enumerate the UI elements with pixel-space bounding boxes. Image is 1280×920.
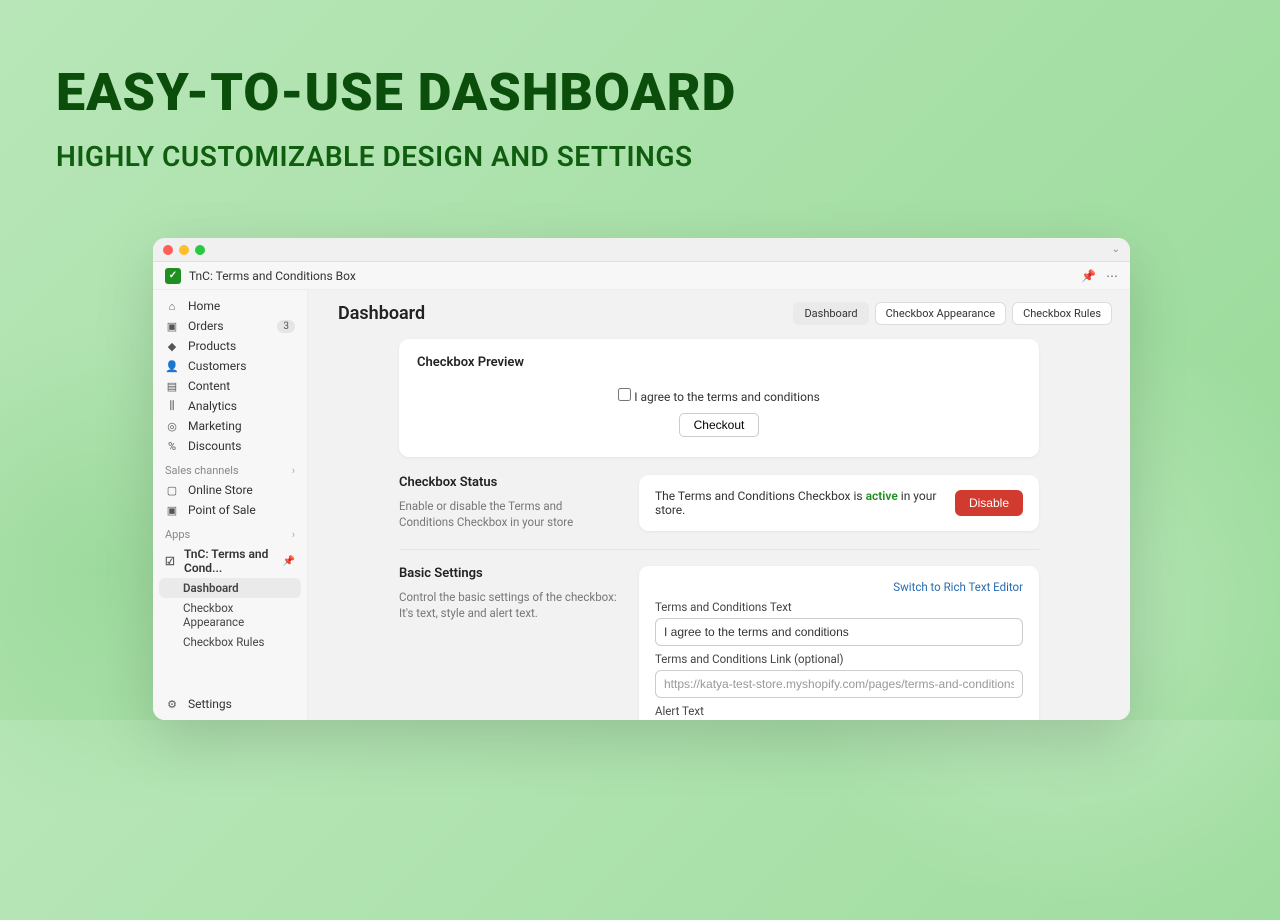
- hero-subhead: HIGHLY CUSTOMIZABLE DESIGN AND SETTINGS: [56, 140, 693, 173]
- home-icon: ⌂: [165, 300, 179, 313]
- window-minimize-icon[interactable]: [179, 245, 189, 255]
- sidebar-item-analytics[interactable]: ⫼ Analytics: [153, 396, 307, 416]
- sidebar-sub-dashboard[interactable]: Dashboard: [159, 578, 301, 598]
- sidebar-item-label: Analytics: [188, 399, 237, 413]
- alert-text-label: Alert Text: [655, 704, 1023, 718]
- sidebar-item-label: Content: [188, 379, 230, 393]
- status-text: The Terms and Conditions Checkbox is act…: [655, 489, 945, 517]
- chevron-right-icon[interactable]: ›: [292, 528, 295, 541]
- orders-icon: ▣: [165, 320, 179, 333]
- preview-title: Checkbox Preview: [417, 355, 1021, 370]
- divider: [399, 549, 1039, 550]
- sidebar-item-marketing[interactable]: ◎ Marketing: [153, 416, 307, 436]
- page-title: Dashboard: [338, 303, 425, 324]
- basic-heading: Basic Settings: [399, 566, 619, 581]
- pin-icon[interactable]: 📌: [1081, 269, 1096, 283]
- person-icon: 👤: [165, 360, 179, 373]
- chevron-right-icon[interactable]: ›: [292, 464, 295, 477]
- check-icon: ☑: [165, 555, 175, 568]
- sidebar-item-pos[interactable]: ▣ Point of Sale: [153, 500, 307, 520]
- target-icon: ◎: [165, 420, 179, 433]
- tnc-text-input[interactable]: [655, 618, 1023, 646]
- gear-icon: ⚙: [165, 698, 179, 711]
- tab-rules[interactable]: Checkbox Rules: [1012, 302, 1112, 325]
- tnc-link-label: Terms and Conditions Link (optional): [655, 652, 1023, 666]
- window-zoom-icon[interactable]: [195, 245, 205, 255]
- sidebar-header-sales: Sales channels ›: [153, 456, 307, 480]
- sidebar-item-label: Discounts: [188, 439, 241, 453]
- sidebar-item-label: TnC: Terms and Cond...: [184, 547, 274, 575]
- orders-badge: 3: [277, 320, 295, 333]
- app-title: TnC: Terms and Conditions Box: [189, 269, 356, 283]
- percent-icon: %: [165, 440, 179, 453]
- content-icon: ▤: [165, 380, 179, 393]
- tnc-link-input[interactable]: [655, 670, 1023, 698]
- sidebar-header-apps: Apps ›: [153, 520, 307, 544]
- sidebar-item-orders[interactable]: ▣ Orders 3: [153, 316, 307, 336]
- app-logo-icon: ✓: [165, 268, 181, 284]
- status-desc: Enable or disable the Terms and Conditio…: [399, 498, 619, 530]
- sidebar-item-settings[interactable]: ⚙ Settings: [153, 694, 307, 714]
- sidebar-item-label: Home: [188, 299, 220, 313]
- sidebar-item-home[interactable]: ⌂ Home: [153, 296, 307, 316]
- sidebar-item-label: Point of Sale: [188, 503, 256, 517]
- tab-dashboard[interactable]: Dashboard: [793, 302, 868, 325]
- chevron-down-icon[interactable]: ⌄: [1112, 244, 1120, 255]
- switch-rte-link[interactable]: Switch to Rich Text Editor: [655, 580, 1023, 594]
- disable-button[interactable]: Disable: [955, 490, 1023, 516]
- hero-headline: EASY-TO-USE DASHBOARD: [56, 62, 736, 123]
- tag-icon: ◆: [165, 340, 179, 353]
- sidebar-item-content[interactable]: ▤ Content: [153, 376, 307, 396]
- sidebar-item-online-store[interactable]: ▢ Online Store: [153, 480, 307, 500]
- sidebar-item-app-tnc[interactable]: ☑ TnC: Terms and Cond... 📌: [153, 544, 307, 578]
- preview-checkbox[interactable]: [618, 388, 631, 401]
- sidebar-item-discounts[interactable]: % Discounts: [153, 436, 307, 456]
- sidebar-item-label: Dashboard: [183, 581, 239, 595]
- sidebar-item-label: Checkbox Appearance: [183, 601, 295, 629]
- preview-checkbox-row[interactable]: I agree to the terms and conditions: [618, 390, 820, 404]
- sidebar-item-label: Checkbox Rules: [183, 635, 264, 649]
- app-topbar: ✓ TnC: Terms and Conditions Box 📌 ⋯: [153, 262, 1130, 290]
- tab-appearance[interactable]: Checkbox Appearance: [875, 302, 1006, 325]
- window-close-icon[interactable]: [163, 245, 173, 255]
- sidebar-item-products[interactable]: ◆ Products: [153, 336, 307, 356]
- basic-desc: Control the basic settings of the checkb…: [399, 589, 619, 621]
- sidebar: ⌂ Home ▣ Orders 3 ◆ Products 👤 Customers…: [153, 290, 308, 720]
- sidebar-item-label: Orders: [188, 319, 224, 333]
- sidebar-item-customers[interactable]: 👤 Customers: [153, 356, 307, 376]
- window-titlebar: ⌄: [153, 238, 1130, 262]
- sidebar-sub-appearance[interactable]: Checkbox Appearance: [153, 598, 307, 632]
- pin-icon[interactable]: 📌: [283, 556, 295, 567]
- preview-checkbox-label: I agree to the terms and conditions: [634, 390, 820, 404]
- pos-icon: ▣: [165, 504, 179, 517]
- sidebar-item-label: Customers: [188, 359, 246, 373]
- tnc-text-label: Terms and Conditions Text: [655, 600, 1023, 614]
- checkout-button[interactable]: Checkout: [679, 413, 760, 437]
- main-content: Dashboard Dashboard Checkbox Appearance …: [308, 290, 1130, 720]
- sidebar-sub-rules[interactable]: Checkbox Rules: [153, 632, 307, 652]
- sidebar-item-label: Settings: [188, 697, 232, 711]
- app-window: ⌄ ✓ TnC: Terms and Conditions Box 📌 ⋯ ⌂ …: [153, 238, 1130, 720]
- sidebar-item-label: Online Store: [188, 483, 253, 497]
- store-icon: ▢: [165, 484, 179, 497]
- more-icon[interactable]: ⋯: [1106, 269, 1118, 283]
- sidebar-item-label: Products: [188, 339, 236, 353]
- status-heading: Checkbox Status: [399, 475, 619, 490]
- chart-icon: ⫼: [165, 399, 179, 413]
- sidebar-item-label: Marketing: [188, 419, 242, 433]
- preview-card: Checkbox Preview I agree to the terms an…: [399, 339, 1039, 457]
